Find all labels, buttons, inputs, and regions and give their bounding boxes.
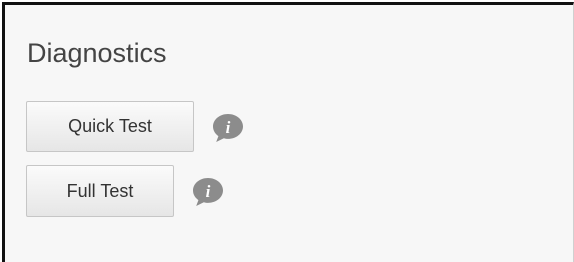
info-bubble-icon: i — [193, 178, 223, 206]
info-glyph: i — [226, 118, 231, 137]
full-test-button[interactable]: Full Test — [26, 165, 174, 217]
section-title: Diagnostics — [27, 38, 167, 68]
info-glyph: i — [206, 182, 211, 201]
info-bubble-icon: i — [213, 114, 243, 142]
quick-test-info-icon[interactable]: i — [212, 113, 244, 143]
full-test-info-icon[interactable]: i — [192, 177, 224, 207]
quick-test-button[interactable]: Quick Test — [26, 101, 194, 152]
diagnostics-panel: Diagnostics Quick Test i Full Test i — [2, 2, 574, 262]
